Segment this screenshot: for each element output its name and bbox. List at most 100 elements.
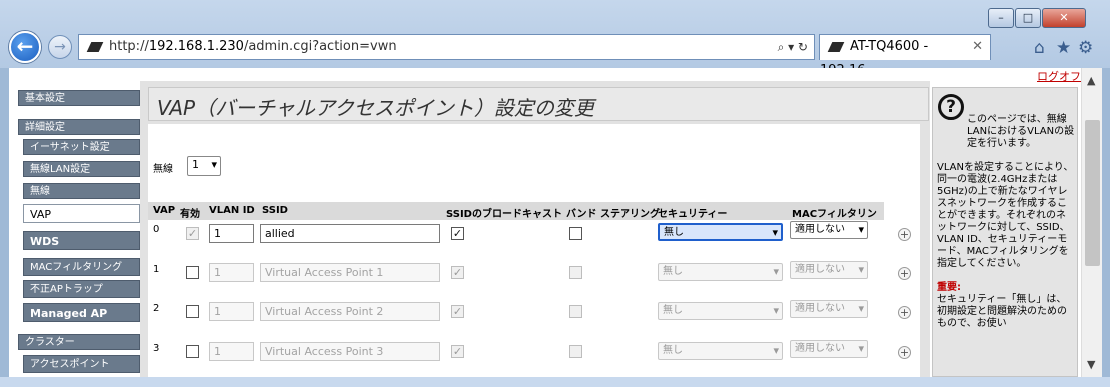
help-paragraph-1: このページでは、無線LANにおけるVLANの設定を行います。 (967, 114, 1075, 149)
nav-wireless[interactable]: 無線 (23, 183, 140, 199)
nav-mac-filtering[interactable]: MACフィルタリング (23, 258, 140, 276)
security-select[interactable]: 無し ▾ (658, 302, 783, 320)
scroll-down-icon[interactable]: ▼ (1087, 358, 1095, 371)
header-enabled: 有効 (180, 209, 200, 220)
mac-filtering-value: 適用しない (795, 224, 845, 235)
page-title: VAP（バーチャルアクセスポイント）設定の変更 (157, 96, 594, 120)
url-host: 192.168.1.230 (148, 39, 244, 54)
band-steering-checkbox[interactable] (569, 305, 582, 318)
ssid-broadcast-checkbox[interactable]: ✓ (451, 305, 464, 318)
band-steering-checkbox[interactable] (569, 345, 582, 358)
mac-filtering-select[interactable]: 適用しない ▾ (790, 221, 868, 239)
nav-wds[interactable]: WDS (23, 231, 140, 250)
back-arrow-icon: ← (16, 34, 34, 58)
enabled-checkbox[interactable] (186, 305, 199, 318)
security-value: 無し (664, 227, 684, 238)
nav-managed-ap[interactable]: Managed AP (23, 303, 140, 322)
radio-select[interactable]: 1 ▾ (187, 156, 221, 176)
minimize-button[interactable]: – (988, 8, 1014, 28)
nav-wireless-lan-settings[interactable]: 無線LAN設定 (23, 161, 140, 177)
security-select[interactable]: 無し ▾ (658, 263, 783, 281)
logout-link[interactable]: ログオフ (1037, 68, 1081, 84)
forward-arrow-icon: → (54, 39, 66, 55)
ssid-input[interactable]: Virtual Access Point 3 (260, 342, 440, 361)
favorites-star-icon[interactable]: ★ (1056, 38, 1071, 58)
enabled-checkbox[interactable]: ✓ (186, 227, 199, 240)
nav-ethernet-settings[interactable]: イーサネット設定 (23, 139, 140, 155)
scroll-thumb[interactable] (1085, 120, 1100, 266)
chevron-down-icon: ▾ (211, 158, 217, 171)
ssid-broadcast-checkbox[interactable]: ✓ (451, 345, 464, 358)
vlan-id-input[interactable]: 1 (209, 263, 254, 282)
ssid-input[interactable]: Virtual Access Point 2 (260, 302, 440, 321)
maximize-button[interactable]: □ (1015, 8, 1041, 28)
home-icon[interactable]: ⌂ (1034, 38, 1045, 58)
help-paragraph-3: セキュリティー「無し」は、初期設定と問題解決のためのもので、お使い (937, 294, 1067, 329)
vap-number: 3 (153, 343, 160, 354)
nav-access-point[interactable]: アクセスポイント (23, 355, 140, 373)
settings-gear-icon[interactable]: ⚙ (1078, 38, 1093, 58)
radio-label: 無線 (153, 164, 173, 175)
url-path: /admin.cgi?action=vwn (243, 39, 397, 54)
ssid-broadcast-checkbox[interactable]: ✓ (451, 227, 464, 240)
vap-table-header: VAP 有効 VLAN ID SSID SSIDのブロードキャスト バンド ステ… (148, 202, 884, 235)
nav-basic-settings[interactable]: 基本設定 (18, 90, 140, 106)
expand-plus-icon[interactable]: + (898, 346, 911, 359)
nav-advanced-settings[interactable]: 詳細設定 (18, 119, 140, 135)
security-select[interactable]: 無し ▾ (658, 223, 783, 241)
vertical-scrollbar[interactable]: ▲ ▼ (1081, 68, 1102, 377)
vlan-id-input[interactable]: 1 (209, 224, 254, 243)
browser-tab[interactable]: AT-TQ4600 - 192.16... ✕ (819, 34, 991, 78)
security-value: 無し (663, 305, 683, 316)
chevron-down-icon: ▾ (773, 304, 779, 317)
back-button[interactable]: ← (9, 31, 41, 63)
nav-rogue-ap-trap[interactable]: 不正APトラップ (23, 280, 140, 298)
mac-filtering-value: 適用しない (795, 303, 845, 314)
ssid-input[interactable]: allied (260, 224, 440, 243)
help-panel: ? このページでは、無線LANにおけるVLANの設定を行います。 VLANを設定… (932, 87, 1078, 377)
mac-filtering-select[interactable]: 適用しない ▾ (790, 261, 868, 279)
scroll-up-icon[interactable]: ▲ (1087, 74, 1095, 87)
security-value: 無し (663, 266, 683, 277)
title-bar: VAP（バーチャルアクセスポイント）設定の変更 (148, 87, 929, 121)
mac-filtering-select[interactable]: 適用しない ▾ (790, 340, 868, 358)
nav-vap[interactable]: VAP (23, 204, 140, 223)
enabled-checkbox[interactable] (186, 345, 199, 358)
header-vap: VAP (153, 205, 176, 216)
expand-plus-icon[interactable]: + (898, 267, 911, 280)
help-paragraph-2: VLANを設定することにより、同一の電波(2.4GHzまたは5GHz)の上で新た… (937, 162, 1074, 269)
nav-cluster[interactable]: クラスター (18, 334, 140, 350)
vlan-id-input[interactable]: 1 (209, 342, 254, 361)
search-refresh-icons[interactable]: ⌕ ▾ ↻ (778, 35, 808, 59)
chevron-down-icon: ▾ (772, 226, 778, 239)
ssid-input[interactable]: Virtual Access Point 1 (260, 263, 440, 282)
ssid-broadcast-checkbox[interactable]: ✓ (451, 266, 464, 279)
address-bar[interactable]: http://192.168.1.230/admin.cgi?action=vw… (78, 34, 815, 60)
expand-plus-icon[interactable]: + (898, 306, 911, 319)
expand-plus-icon[interactable]: + (898, 228, 911, 241)
tab-close-icon[interactable]: ✕ (972, 35, 983, 59)
site-logo-icon (86, 41, 104, 52)
header-ssid: SSID (262, 205, 288, 216)
close-window-button[interactable]: ✕ (1042, 8, 1086, 28)
vap-number: 1 (153, 264, 160, 275)
chevron-down-icon: ▾ (858, 302, 864, 315)
radio-select-value: 1 (192, 158, 199, 171)
header-band-steering: バンド ステアリング (566, 209, 660, 220)
mac-filtering-value: 適用しない (795, 343, 845, 354)
help-important-label: 重要: (937, 282, 961, 293)
header-ssid-broadcast: SSIDのブロードキャスト (446, 209, 562, 220)
forward-button[interactable]: → (48, 35, 72, 59)
chevron-down-icon: ▾ (773, 344, 779, 357)
header-security: セキュリティー (658, 209, 728, 220)
tab-favicon-icon (827, 41, 845, 52)
security-select[interactable]: 無し ▾ (658, 342, 783, 360)
url-prefix: http:// (109, 39, 149, 54)
enabled-checkbox[interactable] (186, 266, 199, 279)
band-steering-checkbox[interactable] (569, 266, 582, 279)
vlan-id-input[interactable]: 1 (209, 302, 254, 321)
chevron-down-icon: ▾ (773, 265, 779, 278)
mac-filtering-select[interactable]: 適用しない ▾ (790, 300, 868, 318)
band-steering-checkbox[interactable] (569, 227, 582, 240)
status-bar (0, 377, 1110, 387)
